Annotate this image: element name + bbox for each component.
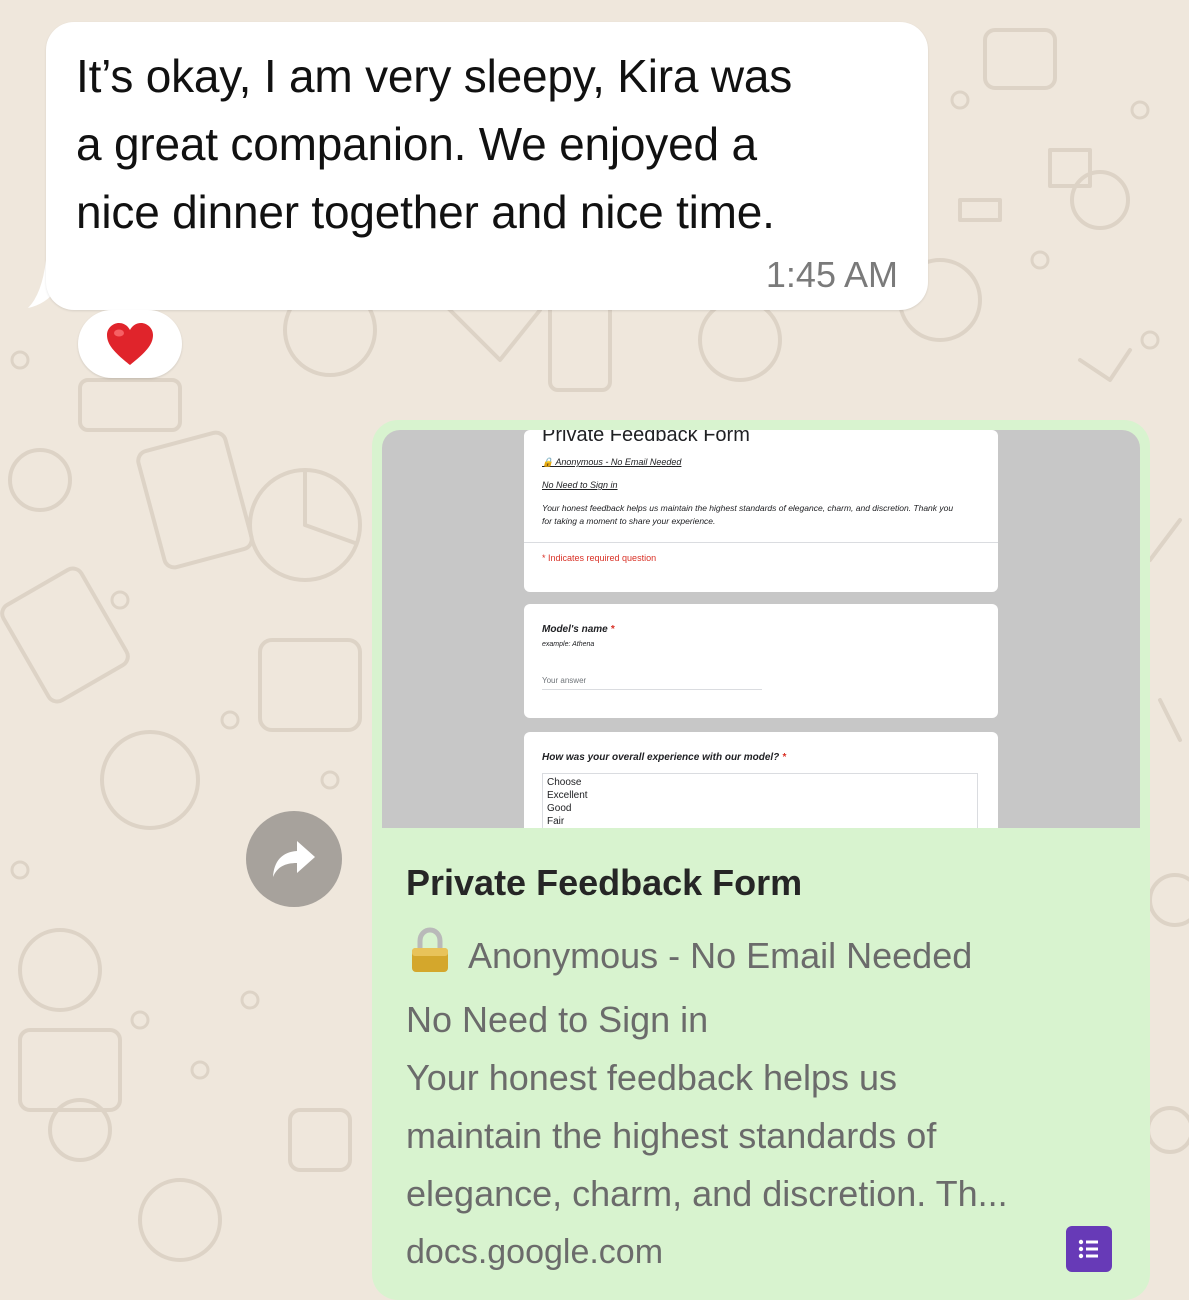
message-line: nice dinner together and nice time.: [76, 186, 775, 238]
question-label: Model's name *: [542, 624, 615, 635]
divider: [524, 542, 998, 543]
outgoing-link-message-bubble[interactable]: Private Feedback Form 🔒 Anonymous - No E…: [372, 420, 1150, 1300]
description-line: Your honest feedback helps us: [406, 1057, 898, 1098]
forward-button[interactable]: [246, 811, 342, 907]
link-preview-title: Private Feedback Form: [406, 862, 803, 903]
lock-icon: [406, 926, 454, 991]
message-timestamp: 1:45 AM: [765, 254, 898, 295]
reaction-badge[interactable]: [78, 310, 182, 378]
description-line: elegance, charm, and discretion. Th...: [406, 1173, 1008, 1214]
link-preview-domain[interactable]: docs.google.com: [406, 1223, 1140, 1281]
google-forms-icon: [1066, 1226, 1112, 1272]
answer-field: Your answer: [542, 676, 762, 690]
required-note: * Indicates required question: [542, 553, 657, 563]
description-line: Anonymous - No Email Needed: [406, 926, 1126, 991]
link-preview-description: Anonymous - No Email Needed No Need to S…: [406, 926, 1126, 1223]
message-line: It’s okay, I am very sleepy, Kira was: [76, 50, 793, 102]
form-description: Your honest feedback helps us maintain t…: [542, 503, 954, 526]
description-line: No Need to Sign in: [406, 999, 709, 1040]
question-example: example: Athena: [542, 641, 595, 648]
link-preview-image[interactable]: Private Feedback Form 🔒 Anonymous - No E…: [382, 430, 1140, 828]
incoming-message-bubble[interactable]: It’s okay, I am very sleepy, Kira was a …: [46, 22, 928, 310]
message-line: a great companion. We enjoyed a: [76, 118, 757, 170]
form-header-card: Private Feedback Form 🔒 Anonymous - No E…: [524, 430, 998, 592]
forward-arrow-icon: [273, 841, 315, 877]
form-sign-in-line: No Need to Sign in: [542, 480, 618, 490]
form-question-card-name: Model's name * example: Athena Your answ…: [524, 604, 998, 718]
choice-option: Good: [547, 803, 572, 814]
question-label: How was your overall experience with our…: [542, 752, 786, 763]
choice-option: Choose: [547, 777, 582, 788]
description-line: maintain the highest standards of: [406, 1115, 937, 1156]
heart-icon: [107, 323, 153, 365]
choice-list: Choose Excellent Good Fair: [542, 773, 978, 828]
choice-option: Fair: [547, 816, 565, 827]
form-anonymous-line: 🔒 Anonymous - No Email Needed: [542, 457, 682, 467]
incoming-message-text: It’s okay, I am very sleepy, Kira was a …: [76, 42, 898, 246]
choice-option: Excellent: [547, 790, 588, 801]
form-question-card-experience: How was your overall experience with our…: [524, 732, 998, 828]
form-title: Private Feedback Form: [542, 430, 750, 446]
